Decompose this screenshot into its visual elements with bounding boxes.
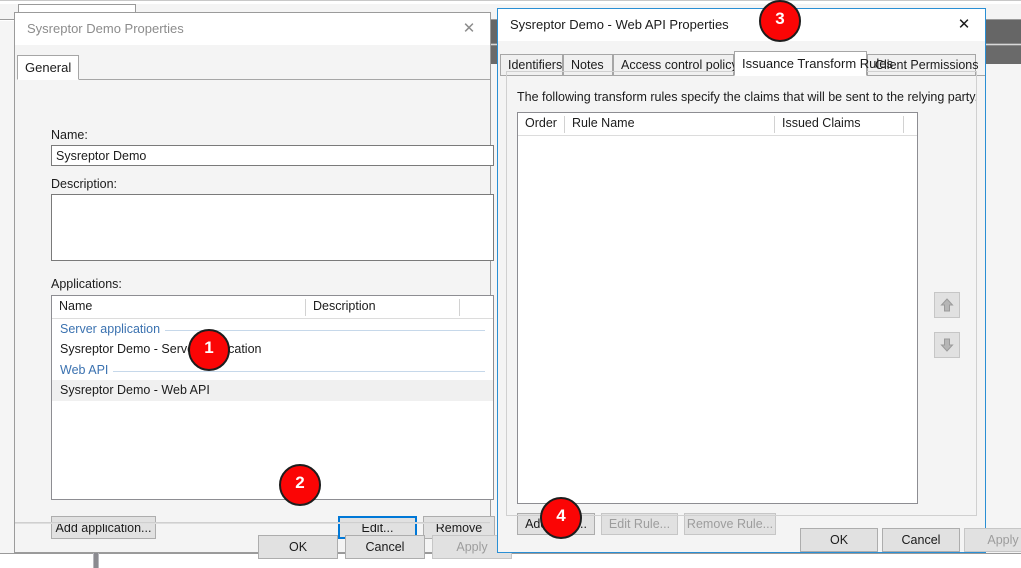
column-header-name[interactable]: Name bbox=[52, 296, 305, 318]
right-dialog-body: Identifiers Notes Access control policy … bbox=[498, 41, 1021, 552]
column-header-description[interactable]: Description bbox=[306, 296, 459, 318]
close-icon[interactable]: ✕ bbox=[949, 13, 979, 37]
tab-issuance-transform-rules[interactable]: Issuance Transform Rules bbox=[734, 51, 893, 76]
left-dialog-tabstrip: General bbox=[17, 55, 490, 80]
column-separator-2[interactable] bbox=[459, 299, 460, 316]
annotation-badge-2: 2 bbox=[279, 464, 321, 506]
annotation-badge-1: 1 bbox=[188, 329, 230, 371]
left-dialog-footer-divider bbox=[15, 522, 490, 524]
annotation-badge-4: 4 bbox=[540, 497, 582, 539]
web-api-properties-dialog: Sysreptor Demo - Web API Properties ✕ Id… bbox=[497, 8, 1021, 553]
description-textarea[interactable] bbox=[51, 194, 494, 261]
group-rule-line bbox=[60, 371, 485, 372]
listview-group-server-application: Server application bbox=[52, 319, 493, 339]
sysreptor-demo-properties-dialog: Sysreptor Demo Properties ✕ General Name… bbox=[14, 12, 512, 559]
name-label: Name: bbox=[51, 128, 88, 142]
cancel-button[interactable]: Cancel bbox=[882, 528, 960, 552]
right-dialog-title: Sysreptor Demo - Web API Properties bbox=[510, 17, 729, 32]
right-dialog-titlebar: Sysreptor Demo - Web API Properties ✕ bbox=[498, 9, 985, 41]
listview-group-web-api: Web API bbox=[52, 360, 493, 380]
group-label-web-api[interactable]: Web API bbox=[60, 360, 114, 380]
add-application-button[interactable]: Add application... bbox=[51, 516, 156, 539]
screenshot-root: Sysreptor Demo Properties ✕ General Name… bbox=[0, 0, 1021, 568]
annotation-badge-3: 3 bbox=[759, 0, 801, 42]
cancel-button[interactable]: Cancel bbox=[345, 535, 425, 559]
table-row[interactable]: Sysreptor Demo - Server application bbox=[52, 339, 493, 360]
tab-content-border bbox=[506, 71, 977, 516]
group-label-server-application[interactable]: Server application bbox=[60, 319, 166, 339]
tab-general[interactable]: General bbox=[17, 55, 80, 80]
close-icon[interactable]: ✕ bbox=[454, 17, 484, 41]
general-tab-page: Name: Description: Applications: Name De… bbox=[17, 80, 495, 539]
edit-rule-button: Edit Rule... bbox=[601, 513, 678, 535]
applications-listview-header: Name Description bbox=[52, 296, 493, 319]
ok-button[interactable]: OK bbox=[258, 535, 338, 559]
left-dialog-title: Sysreptor Demo Properties bbox=[27, 21, 184, 36]
applications-listview[interactable]: Name Description Server application Sysr… bbox=[51, 295, 494, 500]
name-input[interactable] bbox=[51, 145, 494, 166]
description-label: Description: bbox=[51, 177, 117, 191]
left-dialog-body: General Name: Description: Applications:… bbox=[15, 45, 512, 559]
apply-button: Apply bbox=[964, 528, 1021, 552]
ok-button[interactable]: OK bbox=[800, 528, 878, 552]
remove-rule-button: Remove Rule... bbox=[684, 513, 776, 535]
left-dialog-titlebar: Sysreptor Demo Properties ✕ bbox=[15, 13, 490, 45]
applications-label: Applications: bbox=[51, 277, 122, 291]
table-row[interactable]: Sysreptor Demo - Web API bbox=[52, 380, 493, 401]
